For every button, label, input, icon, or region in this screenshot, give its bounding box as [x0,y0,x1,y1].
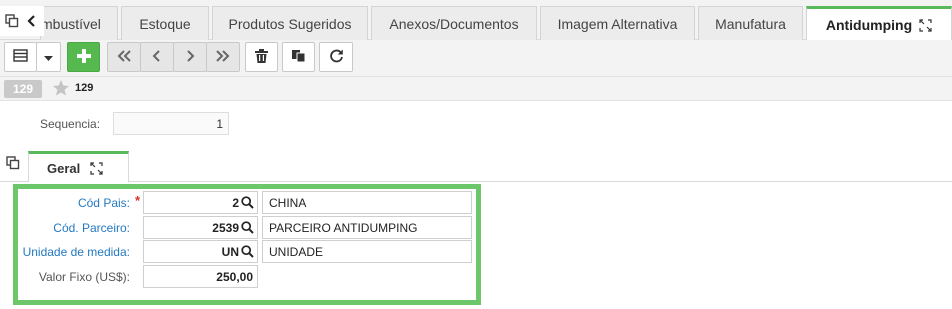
caret-down-icon [44,50,53,65]
last-record-button[interactable] [206,42,240,72]
tab-geral[interactable]: Geral [28,151,129,182]
cod-pais-description: CHINA [262,191,472,214]
previous-record-icon [152,49,162,65]
unidade-medida-label[interactable]: Unidade de medida: [10,245,130,259]
subtab-divider [0,181,952,182]
tab-label: Geral [47,160,81,176]
cod-parceiro-value: 2539 [212,220,239,235]
copy-icon[interactable] [6,156,20,173]
valor-fixo-label: Valor Fixo (US$): [38,270,130,284]
tab-anexos-documentos[interactable]: Anexos/Documentos [371,6,537,40]
expand-icon[interactable] [90,161,103,175]
cod-pais-value: 2 [232,195,239,210]
valor-fixo-input[interactable]: 250,00 [143,265,258,288]
trash-icon [255,48,268,66]
grid-view-button[interactable] [4,42,37,72]
unidade-medida-description: UNIDADE [262,240,472,263]
next-record-button[interactable] [173,42,207,72]
plus-icon [76,48,91,66]
cod-parceiro-input[interactable]: 2539 [143,216,258,239]
duplicate-icon [291,49,306,66]
valor-fixo-value: 250,00 [216,269,253,284]
required-marker: * [135,193,141,208]
tab-label: Antidumping [825,17,913,33]
tab-imagem-alternativa[interactable]: Imagem Alternativa [540,6,695,40]
search-icon[interactable] [241,196,254,209]
tab-produtos-sugeridos[interactable]: Produtos Sugeridos [212,6,368,40]
tab-label: Imagem Alternativa [557,15,678,32]
record-status-bar: 129 129 [0,77,952,101]
refresh-button[interactable] [319,42,353,72]
first-record-icon [116,49,132,65]
tab-combustivel[interactable]: mbustível [40,6,118,40]
tab-label: Estoque [139,15,191,32]
cod-parceiro-label[interactable]: Cód. Parceiro: [10,221,130,235]
tab-label: Anexos/Documentos [389,15,519,32]
search-icon[interactable] [241,221,254,234]
unidade-medida-input[interactable]: UN [143,240,258,263]
grid-view-icon [13,49,28,65]
add-button[interactable] [67,42,100,72]
tab-label: Produtos Sugeridos [228,15,352,32]
toolbar [0,40,952,77]
refresh-icon [329,48,344,66]
view-dropdown-button[interactable] [36,42,61,72]
tab-label: mbustível [41,15,101,32]
delete-button[interactable] [245,42,278,72]
chevron-left-icon[interactable] [20,6,44,36]
unidade-medida-value: UN [221,244,239,259]
last-record-icon [215,49,231,65]
favorite-count: 129 [75,82,94,94]
cod-parceiro-description: PARCEIRO ANTIDUMPING [262,216,472,239]
tab-bar: mbustível Estoque Produtos Sugeridos Ane… [0,0,952,41]
first-record-button[interactable] [107,42,141,72]
star-icon[interactable] [52,79,70,100]
tab-manufatura[interactable]: Manufatura [698,6,803,40]
sequencia-field: 1 [113,112,229,135]
tab-antidumping[interactable]: Antidumping [806,6,952,41]
duplicate-button[interactable] [282,42,315,72]
search-icon[interactable] [241,245,254,258]
previous-record-button[interactable] [140,42,174,72]
tab-label: Manufatura [715,15,786,32]
record-badge: 129 [4,80,42,98]
cod-pais-input[interactable]: 2 [143,191,258,214]
cod-pais-label[interactable]: Cód Pais: [10,196,130,210]
expand-icon[interactable] [919,18,932,32]
sequencia-label: Sequencia: [40,117,101,131]
next-record-icon [185,49,195,65]
tab-estoque[interactable]: Estoque [121,6,209,40]
